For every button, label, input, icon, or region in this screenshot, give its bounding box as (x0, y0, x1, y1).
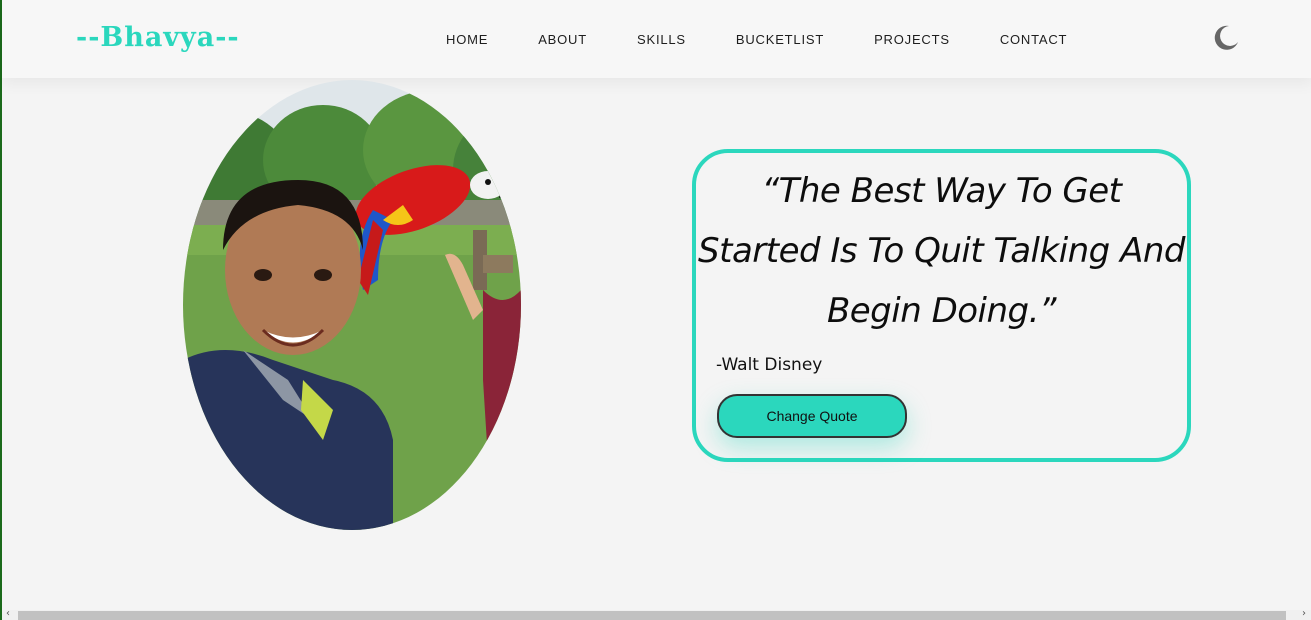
quote-text: “The Best Way To Get Started Is To Quit … (698, 171, 1185, 331)
nav-item-skills[interactable]: SKILLS (637, 32, 686, 47)
quote-author: -Walt Disney (716, 355, 823, 375)
change-quote-button[interactable]: Change Quote (717, 394, 907, 438)
nav-item-about[interactable]: ABOUT (538, 32, 587, 47)
scroll-left-arrow-icon[interactable]: ‹ (6, 608, 10, 619)
scroll-right-arrow-icon[interactable]: › (1302, 608, 1306, 619)
nav-links: HOME ABOUT SKILLS BUCKETLIST PROJECTS CO… (446, 32, 1117, 47)
nav-item-projects[interactable]: PROJECTS (874, 32, 950, 47)
nav-item-home[interactable]: HOME (446, 32, 488, 47)
nav-item-bucketlist[interactable]: BUCKETLIST (736, 32, 824, 47)
navbar: --Bhavya-- HOME ABOUT SKILLS BUCKETLIST … (2, 0, 1311, 78)
scroll-thumb[interactable] (18, 611, 1286, 620)
profile-photo (183, 80, 521, 530)
nav-item-contact[interactable]: CONTACT (1000, 32, 1067, 47)
moon-icon (1214, 25, 1238, 50)
horizontal-scrollbar[interactable]: ‹ › (2, 608, 1311, 620)
brand-logo[interactable]: --Bhavya-- (76, 22, 240, 53)
quote-card: “The Best Way To Get Started Is To Quit … (692, 149, 1191, 462)
theme-toggle-button[interactable] (1212, 24, 1240, 52)
